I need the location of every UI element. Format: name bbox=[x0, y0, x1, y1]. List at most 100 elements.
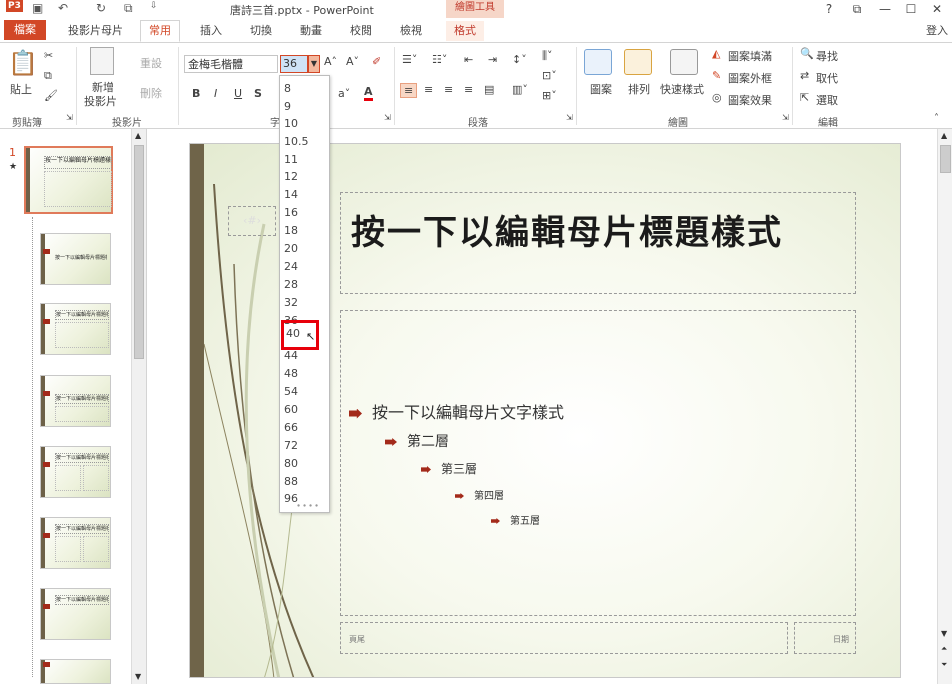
tab-file[interactable]: 檔案 bbox=[4, 20, 46, 40]
quick-styles-icon[interactable] bbox=[670, 49, 698, 75]
font-size-option-9[interactable]: 9 bbox=[284, 98, 291, 115]
font-launcher-icon[interactable]: ⇲ bbox=[384, 113, 391, 122]
ribbon-display-icon[interactable]: ⧉ bbox=[846, 0, 868, 18]
replace-button[interactable]: 取代 bbox=[816, 70, 838, 86]
font-size-combobox[interactable]: 36 bbox=[280, 55, 308, 73]
align-right-icon[interactable]: ≡ bbox=[444, 83, 453, 96]
font-size-option-10-5[interactable]: 10.5 bbox=[284, 133, 309, 150]
delete-button[interactable]: 刪除 bbox=[140, 85, 162, 101]
sign-in-link[interactable]: 登入 bbox=[926, 22, 948, 38]
font-size-option-14[interactable]: 14 bbox=[284, 186, 298, 203]
font-size-option-66[interactable]: 66 bbox=[284, 419, 298, 436]
font-size-dropdown-arrow[interactable]: ▼ bbox=[308, 55, 320, 73]
body-placeholder[interactable]: 按一下以編輯母片文字樣式 第二層 第三層 第四層 第五層 bbox=[340, 310, 856, 616]
tab-review[interactable]: 校閱 bbox=[342, 21, 380, 41]
scroll-down-icon[interactable]: ▼ bbox=[941, 629, 947, 638]
shape-effects-icon[interactable]: ◎ bbox=[712, 91, 722, 104]
help-icon[interactable]: ? bbox=[818, 0, 840, 18]
shape-outline-button[interactable]: 圖案外框 bbox=[728, 70, 772, 86]
tab-insert[interactable]: 插入 bbox=[192, 21, 230, 41]
tab-transitions[interactable]: 切換 bbox=[242, 21, 280, 41]
clear-formatting-icon[interactable]: ✐ bbox=[372, 55, 381, 68]
font-size-option-16[interactable]: 16 bbox=[284, 204, 298, 221]
distributed-icon[interactable]: ▤ bbox=[484, 83, 494, 96]
thumbnail-layout-3[interactable]: 按一下以編輯母片標題樣式 bbox=[40, 375, 111, 427]
font-size-option-88[interactable]: 88 bbox=[284, 473, 298, 490]
font-size-option-24[interactable]: 24 bbox=[284, 258, 298, 275]
underline-button[interactable]: U bbox=[234, 87, 242, 100]
thumbnail-scrollbar[interactable]: ▲ ▼ bbox=[131, 129, 146, 684]
slide-number-placeholder[interactable]: ‹#› bbox=[228, 206, 276, 236]
reset-button[interactable]: 重設 bbox=[140, 55, 162, 71]
clipboard-launcher-icon[interactable]: ⇲ bbox=[66, 113, 73, 122]
quick-styles-label[interactable]: 快速樣式 bbox=[660, 81, 704, 97]
shape-fill-icon[interactable]: ◭ bbox=[712, 47, 720, 60]
customize-toolbar-icon[interactable]: ⇩ bbox=[150, 1, 158, 11]
font-size-option-18[interactable]: 18 bbox=[284, 222, 298, 239]
close-button[interactable]: ✕ bbox=[926, 0, 948, 18]
grow-font-icon[interactable]: A˄ bbox=[324, 55, 337, 68]
font-size-option-28[interactable]: 28 bbox=[284, 276, 298, 293]
slide-scroll-thumb[interactable] bbox=[940, 145, 951, 173]
columns-icon[interactable]: ▥˅ bbox=[512, 83, 528, 96]
thumbnail-layout-2[interactable]: 按一下以編輯母片標題樣式 bbox=[40, 303, 111, 355]
minimize-button[interactable]: — bbox=[874, 0, 896, 18]
new-slide-icon[interactable] bbox=[90, 47, 114, 75]
font-size-option-10[interactable]: 10 bbox=[284, 115, 298, 132]
date-placeholder[interactable]: 日期 bbox=[794, 622, 856, 654]
cut-icon[interactable]: ✂ bbox=[44, 49, 53, 62]
justify-icon[interactable]: ≡ bbox=[464, 83, 473, 96]
footer-placeholder[interactable]: 頁尾 bbox=[340, 622, 788, 654]
scroll-thumb[interactable] bbox=[134, 145, 144, 359]
font-size-option-80[interactable]: 80 bbox=[284, 455, 298, 472]
tab-view[interactable]: 檢視 bbox=[392, 21, 430, 41]
tab-home[interactable]: 常用 bbox=[140, 20, 180, 42]
shape-effects-button[interactable]: 圖案效果 bbox=[728, 92, 772, 108]
save-icon[interactable]: ▣ bbox=[32, 1, 43, 15]
font-size-option-54[interactable]: 54 bbox=[284, 383, 298, 400]
scroll-up-icon[interactable]: ▲ bbox=[135, 131, 141, 140]
line-spacing-icon[interactable]: ↕˅ bbox=[512, 53, 527, 66]
font-size-option-32[interactable]: 32 bbox=[284, 294, 298, 311]
arrange-label[interactable]: 排列 bbox=[628, 81, 650, 97]
format-painter-icon[interactable]: 🖌 bbox=[44, 89, 58, 102]
bold-button[interactable]: B bbox=[192, 87, 200, 100]
increase-indent-icon[interactable]: ⇥ bbox=[488, 53, 497, 66]
font-color-icon[interactable]: A bbox=[364, 85, 373, 101]
thumbnail-layout-6[interactable]: 按一下以編輯母片標題樣式 bbox=[40, 588, 111, 640]
copy-icon[interactable]: ⧉ bbox=[44, 69, 52, 83]
thumbnail-layout-7[interactable] bbox=[40, 659, 111, 684]
paragraph-launcher-icon[interactable]: ⇲ bbox=[566, 113, 573, 122]
select-button[interactable]: 選取 bbox=[816, 92, 838, 108]
font-size-option-20[interactable]: 20 bbox=[284, 240, 298, 257]
shape-outline-icon[interactable]: ✎ bbox=[712, 69, 721, 82]
undo-icon[interactable]: ↶ bbox=[58, 1, 68, 15]
text-direction-icon[interactable]: ⫼˅ bbox=[542, 49, 553, 63]
shapes-label[interactable]: 圖案 bbox=[590, 81, 612, 97]
arrange-icon[interactable] bbox=[624, 49, 652, 75]
shape-fill-button[interactable]: 圖案填滿 bbox=[728, 48, 772, 64]
thumbnail-master[interactable]: 按一下以編輯母片標題樣式 bbox=[24, 146, 113, 214]
shapes-icon[interactable] bbox=[584, 49, 612, 75]
tab-slide-master[interactable]: 投影片母片 bbox=[60, 21, 131, 41]
font-size-option-48[interactable]: 48 bbox=[284, 365, 298, 382]
italic-button[interactable]: I bbox=[214, 87, 217, 100]
tab-format[interactable]: 格式 bbox=[446, 21, 484, 41]
smartart-icon[interactable]: ⊞˅ bbox=[542, 89, 557, 102]
scroll-up-icon[interactable]: ▲ bbox=[941, 131, 947, 140]
replace-icon[interactable]: ⇄ bbox=[800, 69, 809, 82]
paste-button-label[interactable]: 貼上 bbox=[10, 81, 32, 97]
decrease-indent-icon[interactable]: ⇤ bbox=[464, 53, 473, 66]
start-from-beginning-icon[interactable]: ⧉ bbox=[124, 1, 133, 16]
previous-slide-icon[interactable]: ⏶ bbox=[941, 644, 947, 654]
new-slide-label-2[interactable]: 投影片 bbox=[84, 93, 117, 109]
find-button[interactable]: 尋找 bbox=[816, 48, 838, 64]
font-size-option-72[interactable]: 72 bbox=[284, 437, 298, 454]
next-slide-icon[interactable]: ⏷ bbox=[941, 660, 947, 670]
align-left-icon[interactable]: ≡ bbox=[400, 83, 418, 98]
bullets-icon[interactable]: ☰˅ bbox=[402, 53, 417, 66]
drawing-launcher-icon[interactable]: ⇲ bbox=[782, 113, 789, 122]
select-icon[interactable]: ⇱ bbox=[800, 91, 809, 104]
thumbnail-layout-5[interactable]: 按一下以編輯母片標題樣式 bbox=[40, 517, 111, 569]
font-size-option-60[interactable]: 60 bbox=[284, 401, 298, 418]
